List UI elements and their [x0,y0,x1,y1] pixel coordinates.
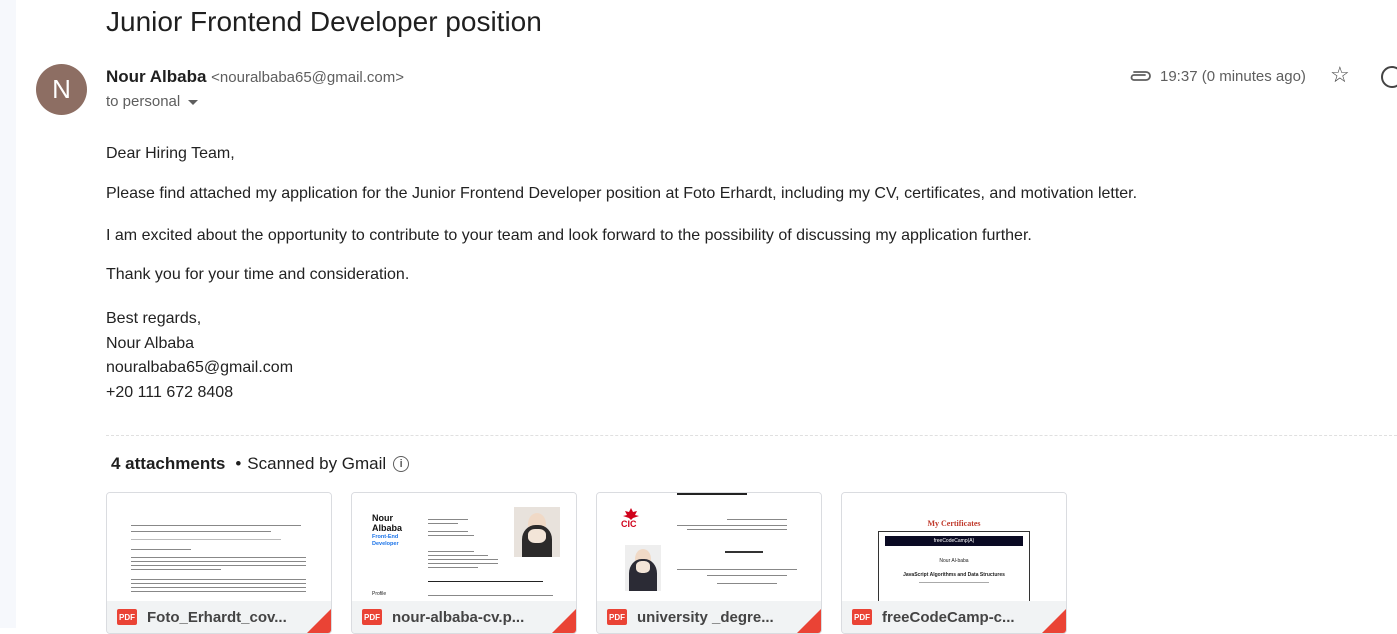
cv-profile-heading: Profile [372,591,387,597]
pdf-icon: PDF [607,609,627,625]
sender-email: <nouralbaba65@gmail.com> [211,69,405,86]
attachment-footer: PDF freeCodeCamp-c... [842,601,1066,633]
cert-title: My Certificates [927,519,981,528]
cic-logo: CIC [621,519,637,529]
emoji-icon[interactable] [1381,66,1397,88]
sig-name: Nour Albaba [106,334,195,352]
left-panel-edge [0,0,16,628]
maple-leaf-icon [621,507,641,520]
sender-name[interactable]: Nour Albaba [106,67,206,86]
fcc-certificate: freeCodeCamp(A) Nour Al-baba JavaScript … [878,531,1030,601]
sender-avatar[interactable]: N [36,64,87,115]
attachment-thumbnail: My Certificates freeCodeCamp(A) Nour Al-… [842,493,1066,601]
attachment-card[interactable]: PDF Foto_Erhardt_cov... [106,492,332,634]
divider [106,435,1397,436]
attachments-header: 4 attachments • Scanned by Gmail i [111,454,410,474]
sender-line: Nour Albaba <nouralbaba65@gmail.com> [106,67,404,87]
star-icon[interactable]: ☆ [1330,62,1350,88]
corner-fold [552,609,576,633]
fcc-holder: Nour Al-baba [939,558,969,564]
corner-fold [1042,609,1066,633]
recipient-details[interactable]: to personal [106,93,199,110]
attachment-thumbnail: CIC [597,493,821,601]
attachments-count: 4 attachments [111,454,226,473]
recipient-label: to personal [106,93,181,110]
cv-name: Nour Albaba [372,513,403,533]
pdf-icon: PDF [362,609,382,625]
pdf-icon: PDF [852,609,872,625]
sig-email: nouralbaba65@gmail.com [106,359,294,376]
corner-fold [797,609,821,633]
body-paragraph-1: Please find attached my application for … [106,185,1138,202]
sig-closing: Best regards, [106,310,202,327]
attachment-name: freeCodeCamp-c... [882,608,1015,626]
email-subject: Junior Frontend Developer position [106,6,542,37]
attachment-name: university _degre... [637,608,774,626]
fcc-brand: freeCodeCamp(A) [885,536,1023,546]
body-paragraph-2: I am excited about the opportunity to co… [106,227,1032,244]
cv-photo [514,507,560,557]
attachment-footer: PDF university _degre... [597,601,821,633]
attachment-card[interactable]: CIC PDF university _degre... [596,492,822,634]
paperclip-icon [1128,68,1152,89]
degree-photo [625,545,661,591]
chevron-down-icon[interactable] [188,100,199,105]
pdf-icon: PDF [117,609,137,625]
body-paragraph-3: Thank you for your time and consideratio… [106,266,410,283]
attachment-thumbnail [107,493,331,601]
attachment-footer: PDF nour-albaba-cv.p... [352,601,576,633]
body-greeting: Dear Hiring Team, [106,145,235,162]
info-icon[interactable]: i [393,456,410,472]
attachment-thumbnail: Nour Albaba Front-End Developer Profile [352,493,576,601]
scanned-label: Scanned by Gmail [247,454,387,473]
signature: Best regards, Nour Albaba nouralbaba65@g… [106,307,293,405]
attachment-card[interactable]: Nour Albaba Front-End Developer Profile … [351,492,577,634]
attachment-footer: PDF Foto_Erhardt_cov... [107,601,331,633]
attachment-card[interactable]: My Certificates freeCodeCamp(A) Nour Al-… [841,492,1067,634]
attachment-name: Foto_Erhardt_cov... [147,608,287,626]
cv-role: Front-End Developer [372,534,399,547]
sig-phone: +20 111 672 8408 [106,383,234,401]
fcc-course: JavaScript Algorithms and Data Structure… [903,572,1005,578]
attachment-name: nour-albaba-cv.p... [392,608,525,626]
timestamp: 19:37 (0 minutes ago) [1160,68,1306,85]
corner-fold [307,609,331,633]
